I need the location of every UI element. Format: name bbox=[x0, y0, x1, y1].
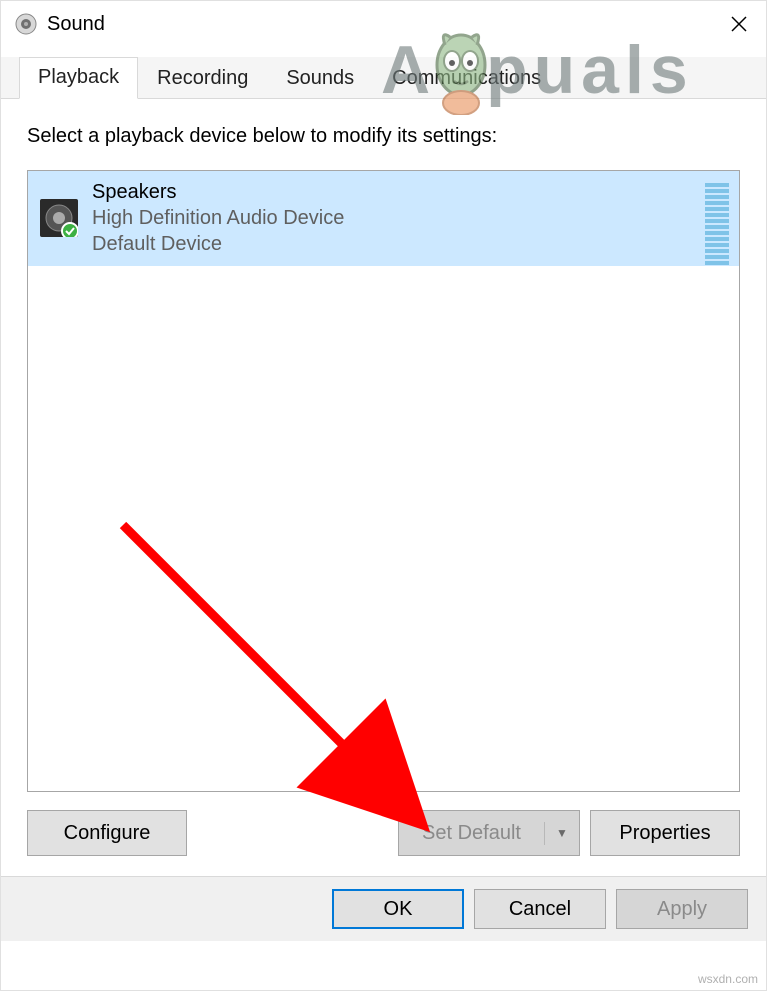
tab-recording[interactable]: Recording bbox=[138, 58, 267, 99]
speaker-icon bbox=[40, 199, 78, 237]
device-list[interactable]: Speakers High Definition Audio Device De… bbox=[27, 170, 740, 792]
sound-icon bbox=[13, 11, 39, 37]
volume-meter bbox=[705, 183, 729, 265]
dialog-footer: OK Cancel Apply bbox=[1, 876, 766, 941]
titlebar: Sound bbox=[1, 1, 766, 47]
cancel-button: Cancel bbox=[474, 889, 606, 929]
chevron-down-icon[interactable]: ▼ bbox=[545, 826, 579, 840]
device-item-speakers[interactable]: Speakers High Definition Audio Device De… bbox=[28, 171, 739, 266]
device-description: High Definition Audio Device bbox=[92, 207, 344, 230]
device-name: Speakers bbox=[92, 181, 344, 204]
set-default-button[interactable]: Set Default ▼ bbox=[398, 810, 580, 856]
set-default-label: Set Default bbox=[399, 822, 545, 845]
tabs: Playback Recording Sounds Communications bbox=[1, 57, 766, 99]
apply-button[interactable]: Apply bbox=[616, 889, 748, 929]
ok-button[interactable]: OK bbox=[332, 889, 464, 929]
tab-communications[interactable]: Communications bbox=[373, 58, 560, 99]
tab-playback[interactable]: Playback bbox=[19, 57, 138, 99]
device-text: Speakers High Definition Audio Device De… bbox=[92, 181, 344, 256]
configure-button[interactable]: Configure bbox=[27, 810, 187, 856]
source-watermark: wsxdn.com bbox=[698, 972, 758, 986]
tab-sounds[interactable]: Sounds bbox=[267, 58, 373, 99]
instruction-text: Select a playback device below to modify… bbox=[27, 125, 740, 148]
close-button[interactable] bbox=[712, 1, 766, 47]
content-area: Select a playback device below to modify… bbox=[1, 99, 766, 876]
window-title: Sound bbox=[47, 13, 105, 36]
device-status: Default Device bbox=[92, 233, 344, 256]
action-buttons: Configure Set Default ▼ Properties bbox=[27, 810, 740, 876]
properties-button[interactable]: Properties bbox=[590, 810, 740, 856]
